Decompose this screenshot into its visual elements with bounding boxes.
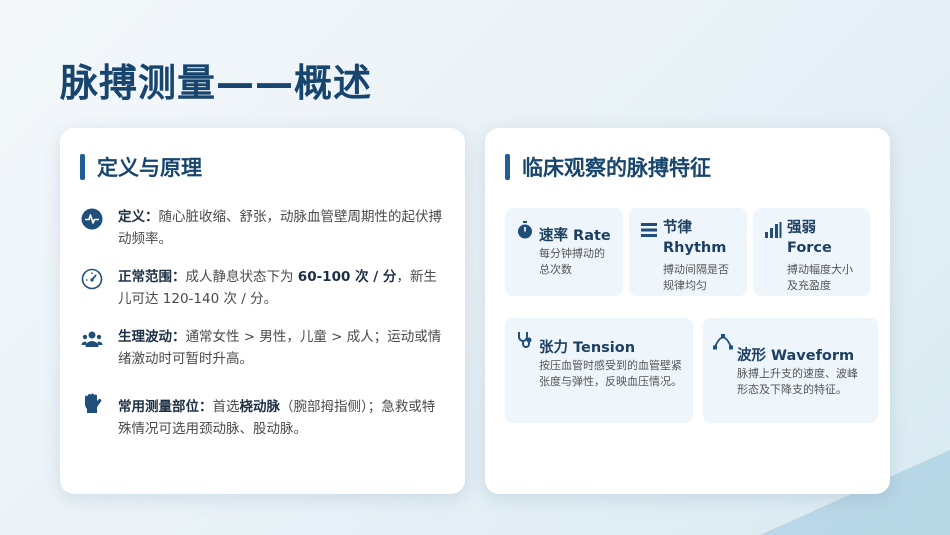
- definition-item: 定义：随心脏收缩、舒张，动脉血管壁周期性的起伏搏动频率。: [80, 206, 445, 250]
- measurement-site-label: 常用测量部位：: [118, 399, 213, 415]
- feature-waveform-desc: 脉搏上升支的速度、波峰形态及下降支的特征。: [737, 367, 858, 396]
- definition-label: 定义：: [118, 209, 159, 225]
- list-icon: [639, 220, 659, 240]
- users-icon: [80, 327, 104, 351]
- heading-accent-bar: [505, 154, 510, 180]
- feature-rhythm-title: 节律 Rhythm: [663, 220, 727, 256]
- physiological-variation-label: 生理波动：: [118, 329, 186, 345]
- measurement-site-body-a: 首选: [212, 399, 240, 415]
- definition-card: 定义与原理 定义：随心脏收缩、舒张，动脉血管壁周期性的起伏搏动频率。 正常范围：…: [60, 128, 465, 494]
- feature-force: 强弱 Force 搏动幅度大小及充盈度: [753, 208, 870, 296]
- normal-range-item: 正常范围：成人静息状态下为 60-100 次 / 分，新生儿可达 120-140…: [80, 266, 445, 310]
- feature-tension-desc: 按压血管时感受到的血管壁紧张度与弹性，反映血压情况。: [539, 359, 682, 388]
- clinical-features-card: 临床观察的脉搏特征 速率 Rate 每分钟搏动的总次数 节律 Rhythm 搏动…: [485, 128, 890, 494]
- curve-icon: [713, 332, 733, 352]
- gauge-icon: [80, 267, 104, 291]
- heading-accent-bar: [80, 154, 85, 180]
- clinical-features-heading: 临床观察的脉搏特征: [505, 152, 711, 182]
- measurement-site-text: 常用测量部位：首选桡动脉（腕部拇指侧）；急救或特殊情况可选用颈动脉、股动脉。: [118, 396, 445, 440]
- clinical-features-heading-text: 临床观察的脉搏特征: [522, 156, 711, 180]
- measurement-site-item: 常用测量部位：首选桡动脉（腕部拇指侧）；急救或特殊情况可选用颈动脉、股动脉。: [80, 393, 445, 440]
- normal-range-highlight: 60-100 次 / 分: [297, 269, 397, 285]
- physiological-variation-text: 生理波动：通常女性 > 男性，儿童 > 成人；运动或情绪激动时可暂时升高。: [118, 326, 445, 370]
- normal-range-label: 正常范围：: [118, 269, 186, 285]
- stethoscope-icon: [515, 330, 535, 350]
- page-title: 脉搏测量——概述: [60, 61, 373, 105]
- normal-range-text: 正常范围：成人静息状态下为 60-100 次 / 分，新生儿可达 120-140…: [118, 266, 445, 310]
- feature-rhythm-desc: 搏动间隔是否规律均匀: [663, 263, 729, 292]
- feature-rate-title: 速率 Rate: [539, 228, 611, 244]
- heartbeat-icon: [80, 207, 104, 231]
- feature-tension-title: 张力 Tension: [539, 340, 636, 356]
- hand-icon: [80, 392, 104, 416]
- normal-range-body-a: 成人静息状态下为: [185, 269, 298, 285]
- feature-rate-desc: 每分钟搏动的总次数: [539, 247, 605, 276]
- definition-body: 随心脏收缩、舒张，动脉血管壁周期性的起伏搏动频率。: [118, 209, 442, 247]
- feature-force-desc: 搏动幅度大小及充盈度: [787, 263, 853, 292]
- physiological-variation-item: 生理波动：通常女性 > 男性，儿童 > 成人；运动或情绪激动时可暂时升高。: [80, 326, 445, 370]
- feature-rhythm: 节律 Rhythm 搏动间隔是否规律均匀: [629, 208, 747, 296]
- feature-force-title: 强弱 Force: [787, 220, 832, 256]
- definition-text: 定义：随心脏收缩、舒张，动脉血管壁周期性的起伏搏动频率。: [118, 206, 445, 250]
- measurement-site-highlight: 桡动脉: [239, 399, 281, 415]
- feature-rate: 速率 Rate 每分钟搏动的总次数: [505, 208, 623, 296]
- definition-heading-text: 定义与原理: [97, 156, 202, 180]
- bar-chart-icon: [763, 220, 783, 240]
- feature-waveform: 波形 Waveform 脉搏上升支的速度、波峰形态及下降支的特征。: [703, 318, 878, 423]
- stopwatch-icon: [515, 220, 535, 240]
- definition-card-heading: 定义与原理: [80, 152, 202, 182]
- feature-tension: 张力 Tension 按压血管时感受到的血管壁紧张度与弹性，反映血压情况。: [505, 318, 693, 423]
- feature-waveform-title: 波形 Waveform: [737, 348, 855, 364]
